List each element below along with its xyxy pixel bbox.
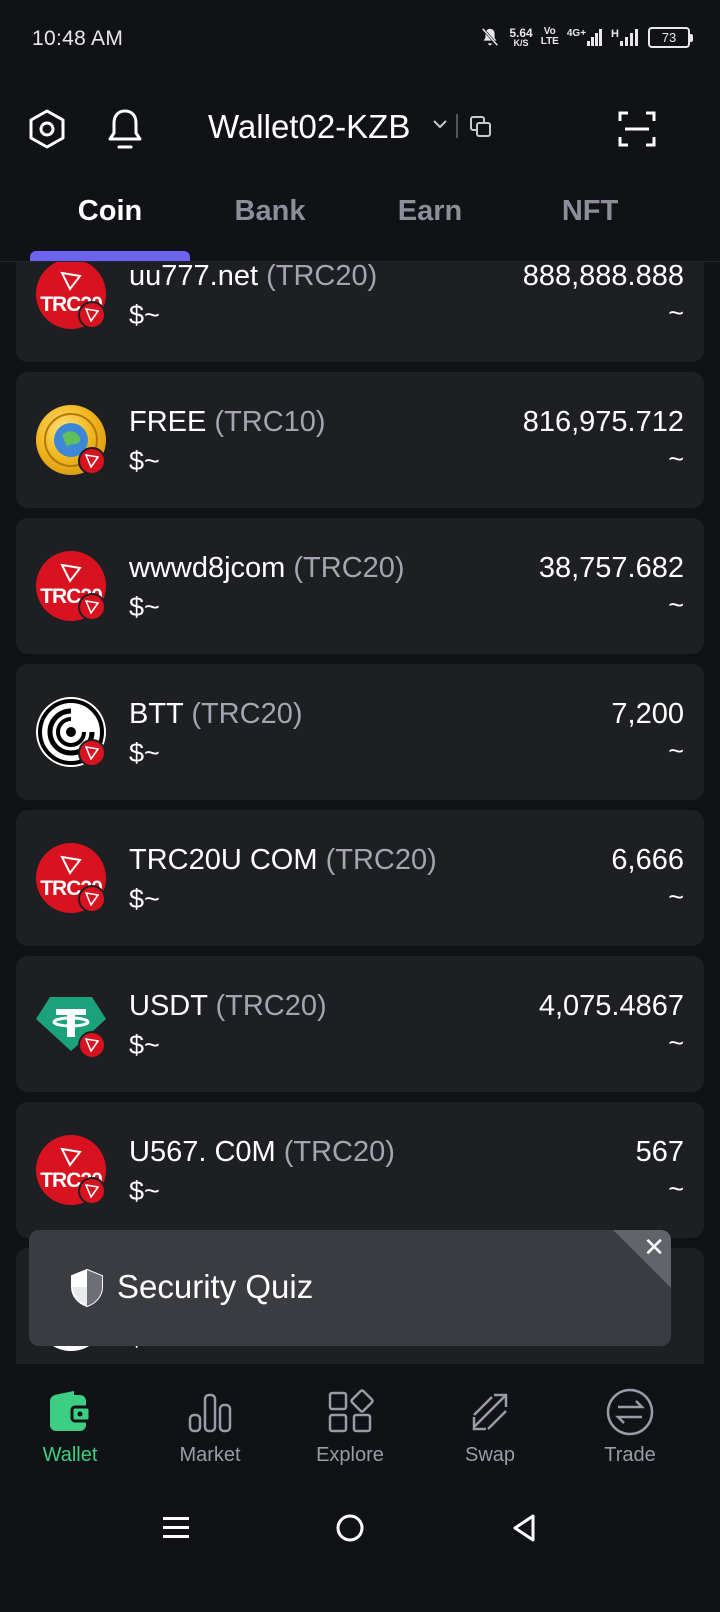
tron-badge-icon bbox=[78, 1031, 106, 1059]
coin-row-usdt[interactable]: USDT (TRC20) $~ 4,075.4867 ~ bbox=[16, 956, 704, 1092]
trade-icon bbox=[604, 1386, 656, 1438]
settings-hexagon-icon[interactable] bbox=[24, 106, 70, 152]
market-bars-icon bbox=[184, 1386, 236, 1438]
tron-badge-icon bbox=[78, 739, 106, 767]
coin-list: TRC20 uu777.net (TRC20) $~ 888,888.888 ~… bbox=[0, 262, 720, 1364]
coin-amount: 6,666 bbox=[611, 844, 684, 876]
back-icon[interactable] bbox=[494, 1506, 554, 1550]
coin-amount-fiat: ~ bbox=[668, 590, 684, 620]
coin-fiat-value: $~ bbox=[129, 300, 160, 330]
coin-name: uu777.net (TRC20) bbox=[129, 262, 378, 292]
tron-badge-icon bbox=[78, 301, 106, 329]
tab-earn[interactable]: Earn bbox=[350, 195, 510, 228]
coin-amount-fiat: ~ bbox=[668, 1028, 684, 1058]
coin-row-btt[interactable]: BTT (TRC20) $~ 7,200 ~ bbox=[16, 664, 704, 800]
scan-icon[interactable] bbox=[614, 106, 660, 152]
status-time: 10:48 AM bbox=[32, 27, 124, 50]
wallet-name[interactable]: Wallet02-KZB bbox=[208, 108, 410, 146]
coin-fiat-value: $~ bbox=[129, 1030, 160, 1060]
coin-row-free[interactable]: FREE (TRC10) $~ 816,975.712 ~ bbox=[16, 372, 704, 508]
coin-amount: 567 bbox=[635, 1136, 684, 1168]
coin-amount-fiat: ~ bbox=[668, 298, 684, 328]
nav-market[interactable]: Market bbox=[140, 1386, 280, 1467]
coin-name: FREE (TRC10) bbox=[129, 406, 326, 438]
status-bar: 10:48 AM 5.64 K/S Vo LTE 4G+ H 73 bbox=[0, 0, 720, 80]
coin-amount: 888,888.888 bbox=[522, 262, 684, 292]
coin-row-trc20u[interactable]: TRC20 TRC20U COM (TRC20) $~ 6,666 ~ bbox=[16, 810, 704, 946]
close-icon[interactable]: ✕ bbox=[643, 1232, 665, 1263]
tron-badge-icon bbox=[78, 885, 106, 913]
coin-amount: 38,757.682 bbox=[538, 552, 684, 584]
battery-icon: 73 bbox=[648, 26, 693, 48]
nav-wallet[interactable]: Wallet bbox=[0, 1386, 140, 1467]
coin-name: TRC20U COM (TRC20) bbox=[129, 844, 437, 876]
divider bbox=[456, 114, 458, 138]
status-icons: 5.64 K/S Vo LTE 4G+ H 73 bbox=[479, 25, 693, 48]
coin-amount-fiat: ~ bbox=[668, 882, 684, 912]
coin-fiat-value: $~ bbox=[129, 592, 160, 622]
tron-badge-icon bbox=[78, 447, 106, 475]
coin-fiat-value: $~ bbox=[129, 738, 160, 768]
coin-fiat-value: $~ bbox=[129, 446, 160, 476]
wallet-icon bbox=[44, 1386, 96, 1438]
system-nav-bar bbox=[0, 1482, 720, 1612]
nav-explore[interactable]: Explore bbox=[280, 1386, 420, 1467]
coin-name: USDT (TRC20) bbox=[129, 990, 327, 1022]
tron-badge-icon bbox=[78, 1177, 106, 1205]
tab-nft[interactable]: NFT bbox=[510, 195, 670, 228]
signal-h-icon: H bbox=[611, 28, 640, 46]
copy-icon[interactable] bbox=[468, 114, 494, 140]
bell-icon[interactable] bbox=[102, 106, 148, 152]
coin-name: wwwd8jcom (TRC20) bbox=[129, 552, 405, 584]
mute-bell-icon bbox=[481, 27, 499, 47]
recent-apps-icon[interactable] bbox=[146, 1506, 206, 1550]
tron-badge-icon bbox=[78, 593, 106, 621]
nav-swap[interactable]: Swap bbox=[420, 1386, 560, 1467]
wallet-header: Wallet02-KZB bbox=[0, 100, 720, 160]
security-quiz-title: Security Quiz bbox=[117, 1268, 314, 1305]
coin-fiat-value: $~ bbox=[129, 884, 160, 914]
volte-indicator: Vo LTE bbox=[540, 25, 559, 47]
coin-amount: 816,975.712 bbox=[522, 406, 684, 438]
coin-row-uu777[interactable]: TRC20 uu777.net (TRC20) $~ 888,888.888 ~ bbox=[16, 262, 704, 362]
tab-bank[interactable]: Bank bbox=[190, 195, 350, 228]
coin-fiat-value: $~ bbox=[129, 1176, 160, 1206]
signal-4g-icon: 4G+ bbox=[567, 28, 603, 46]
coin-row-u567[interactable]: TRC20 U567. C0M (TRC20) $~ 567 ~ bbox=[16, 1102, 704, 1238]
coin-amount: 4,075.4867 bbox=[538, 990, 684, 1022]
chevron-down-icon[interactable] bbox=[432, 118, 448, 130]
coin-amount-fiat: ~ bbox=[668, 444, 684, 474]
home-icon[interactable] bbox=[320, 1506, 380, 1550]
coin-row-wwwd8jcom[interactable]: TRC20 wwwd8jcom (TRC20) $~ 38,757.682 ~ bbox=[16, 518, 704, 654]
coin-name: BTT (TRC20) bbox=[129, 698, 303, 730]
swap-icon bbox=[464, 1386, 516, 1438]
asset-tabs: Coin Bank Earn NFT bbox=[0, 180, 720, 262]
coin-amount-fiat: ~ bbox=[668, 736, 684, 766]
security-quiz-banner[interactable]: Security Quiz ✕ bbox=[29, 1230, 671, 1346]
tab-coin[interactable]: Coin bbox=[30, 195, 190, 228]
bottom-nav: Wallet Market Explore Swap Trade bbox=[0, 1364, 720, 1482]
coin-name: U567. C0M (TRC20) bbox=[129, 1136, 395, 1168]
shield-icon bbox=[71, 1268, 103, 1308]
explore-grid-icon bbox=[324, 1386, 376, 1438]
net-speed: 5.64 K/S bbox=[509, 25, 533, 48]
coin-amount: 7,200 bbox=[611, 698, 684, 730]
coin-amount-fiat: ~ bbox=[668, 1174, 684, 1204]
tab-indicator bbox=[30, 251, 190, 261]
nav-trade[interactable]: Trade bbox=[560, 1386, 700, 1467]
